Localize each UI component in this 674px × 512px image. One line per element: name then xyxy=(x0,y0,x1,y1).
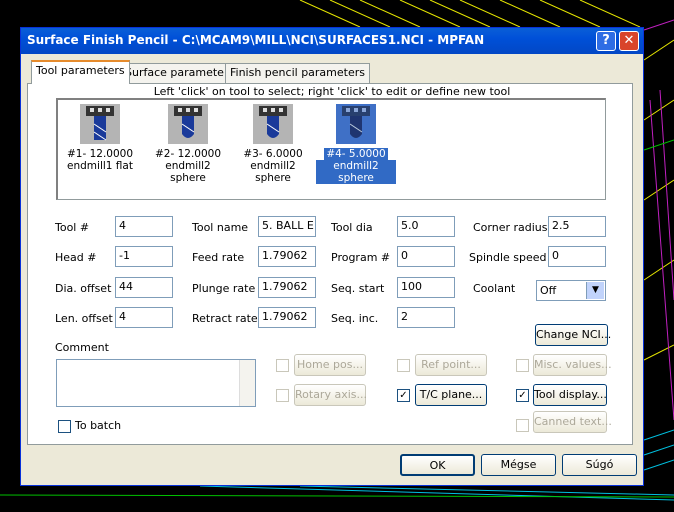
program-number-field[interactable]: 0 xyxy=(397,246,455,267)
tool-item-4[interactable]: #4- 5.0000 endmill2 sphere xyxy=(316,104,396,184)
home-pos-button[interactable]: Home pos... xyxy=(294,354,366,376)
tc-plane-checkbox[interactable]: ✓ xyxy=(397,389,410,402)
endmill-sphere-icon xyxy=(168,104,208,144)
help-button[interactable]: Súgó xyxy=(562,454,637,476)
tab-tool-parameters[interactable]: Tool parameters xyxy=(31,60,130,84)
coolant-label: Coolant xyxy=(473,282,516,295)
tool-hint: Left 'click' on tool to select; right 'c… xyxy=(153,85,511,98)
misc-values-button[interactable]: Misc. values... xyxy=(533,354,612,376)
window-title: Surface Finish Pencil - C:\MCAM9\MILL\NC… xyxy=(27,33,485,47)
tool-4-type: endmill2 sphere xyxy=(316,160,396,184)
tool-2-type: endmill2 sphere xyxy=(165,160,211,184)
rotary-axis-checkbox[interactable] xyxy=(276,389,289,402)
comment-label: Comment xyxy=(55,341,109,354)
ref-point-checkbox[interactable] xyxy=(397,359,410,372)
tool-number-field[interactable]: 4 xyxy=(115,216,173,237)
seq-start-field[interactable]: 100 xyxy=(397,277,455,298)
cancel-button[interactable]: Mégse xyxy=(481,454,556,476)
spindle-speed-label: Spindle speed xyxy=(469,251,547,264)
comment-scrollbar[interactable] xyxy=(239,360,255,406)
plunge-rate-label: Plunge rate xyxy=(192,282,256,295)
tool-1-size: #1- 12.0000 xyxy=(66,148,134,160)
len-offset-field[interactable]: 4 xyxy=(115,307,173,328)
endmill-sphere-icon xyxy=(336,104,376,144)
change-nci-button[interactable]: Change NCI... xyxy=(535,324,611,346)
tool-4-size: #4- 5.0000 xyxy=(324,148,388,160)
tool-display-checkbox[interactable]: ✓ xyxy=(516,389,529,402)
corner-radius-field[interactable]: 2.5 xyxy=(548,216,606,237)
retract-rate-label: Retract rate xyxy=(192,312,258,325)
rotary-axis-button[interactable]: Rotary axis... xyxy=(294,384,367,406)
coolant-value: Off xyxy=(540,284,557,297)
tool-3-size: #3- 6.0000 xyxy=(243,148,303,160)
retract-rate-field[interactable]: 1.79062 xyxy=(258,307,316,328)
tool-dia-label: Tool dia xyxy=(331,221,373,234)
ok-button[interactable]: OK xyxy=(400,454,475,476)
tc-plane-button[interactable]: T/C plane... xyxy=(415,384,487,406)
seq-inc-field[interactable]: 2 xyxy=(397,307,455,328)
canned-text-checkbox[interactable] xyxy=(516,419,529,432)
tool-item-3[interactable]: #3- 6.0000 endmill2 sphere xyxy=(233,104,313,184)
program-number-label: Program # xyxy=(331,251,391,264)
to-batch-checkbox[interactable] xyxy=(58,420,71,433)
help-title-button[interactable]: ? xyxy=(596,31,616,51)
tab-finish-pencil-parameters[interactable]: Finish pencil parameters xyxy=(225,63,370,83)
feed-rate-label: Feed rate xyxy=(192,251,245,264)
misc-values-checkbox[interactable] xyxy=(516,359,529,372)
tool-1-type: endmill1 flat xyxy=(67,160,133,172)
tool-item-2[interactable]: #2- 12.0000 endmill2 sphere xyxy=(148,104,228,184)
head-number-label: Head # xyxy=(55,251,97,264)
chevron-down-icon[interactable]: ▼ xyxy=(586,282,604,299)
tool-item-1[interactable]: #1- 12.0000 endmill1 flat xyxy=(60,104,140,172)
title-bar[interactable]: Surface Finish Pencil - C:\MCAM9\MILL\NC… xyxy=(21,28,643,54)
tool-display-button[interactable]: Tool display... xyxy=(533,384,607,406)
tool-list[interactable]: #1- 12.0000 endmill1 flat #2- 12.0000 en… xyxy=(56,98,606,200)
tool-3-type: endmill2 sphere xyxy=(250,160,296,184)
tool-2-size: #2- 12.0000 xyxy=(154,148,222,160)
tool-dia-field[interactable]: 5.0 xyxy=(397,216,455,237)
dialog-window: Surface Finish Pencil - C:\MCAM9\MILL\NC… xyxy=(20,27,644,486)
to-batch-label: To batch xyxy=(75,419,122,432)
dia-offset-label: Dia. offset xyxy=(55,282,112,295)
len-offset-label: Len. offset xyxy=(55,312,113,325)
feed-rate-field[interactable]: 1.79062 xyxy=(258,246,316,267)
spindle-speed-field[interactable]: 0 xyxy=(548,246,606,267)
ref-point-button[interactable]: Ref point... xyxy=(415,354,487,376)
comment-field[interactable] xyxy=(56,359,256,407)
endmill-sphere-icon xyxy=(253,104,293,144)
home-pos-checkbox[interactable] xyxy=(276,359,289,372)
endmill-flat-icon xyxy=(80,104,120,144)
seq-start-label: Seq. start xyxy=(331,282,385,295)
close-icon[interactable]: ✕ xyxy=(619,31,639,51)
tab-surface-parameters[interactable]: Surface parameters xyxy=(120,63,240,83)
seq-inc-label: Seq. inc. xyxy=(331,312,379,325)
tool-number-label: Tool # xyxy=(55,221,90,234)
corner-radius-label: Corner radius xyxy=(473,221,548,234)
coolant-select[interactable]: Off ▼ xyxy=(536,280,606,301)
tool-name-field[interactable]: 5. BALL E xyxy=(258,216,316,237)
canned-text-button[interactable]: Canned text... xyxy=(533,411,612,433)
tool-name-label: Tool name xyxy=(192,221,249,234)
head-number-field[interactable]: -1 xyxy=(115,246,173,267)
dia-offset-field[interactable]: 44 xyxy=(115,277,173,298)
plunge-rate-field[interactable]: 1.79062 xyxy=(258,277,316,298)
